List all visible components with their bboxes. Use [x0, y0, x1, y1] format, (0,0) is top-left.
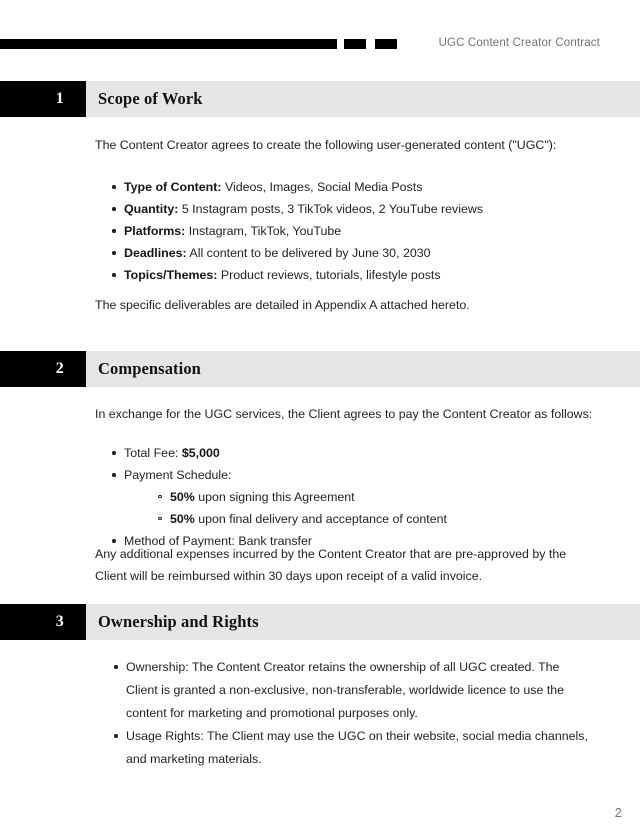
- page-header: UGC Content Creator Contract: [0, 0, 640, 68]
- list-item: Payment Schedule: 50% upon signing this …: [110, 464, 580, 530]
- bullet-label: Quantity:: [124, 202, 179, 216]
- section-number-3: 3: [0, 604, 86, 640]
- section-3-bullet-list: Ownership: The Content Creator retains t…: [112, 656, 592, 771]
- sub-bullet-text: upon final delivery and acceptance of co…: [194, 512, 447, 526]
- bullet-text: Instagram, TikTok, YouTube: [185, 224, 342, 238]
- list-item: Quantity: 5 Instagram posts, 3 TikTok vi…: [110, 198, 580, 220]
- section-2-bullet-list: Total Fee: $5,000 Payment Schedule: 50% …: [110, 442, 580, 552]
- section-1-intro-paragraph: The Content Creator agrees to create the…: [95, 138, 557, 152]
- section-1-closing-paragraph: The specific deliverables are detailed i…: [95, 298, 470, 312]
- section-ownership-and-rights: 3 Ownership and Rights: [0, 604, 640, 640]
- list-item: Topics/Themes: Product reviews, tutorial…: [110, 264, 580, 286]
- list-item: Deadlines: All content to be delivered b…: [110, 242, 580, 264]
- sub-bullet-label: 50%: [170, 490, 195, 504]
- list-item: Type of Content: Videos, Images, Social …: [110, 176, 580, 198]
- section-2-sub-bullet-list: 50% upon signing this Agreement 50% upon…: [124, 486, 580, 530]
- document-page: { "document": { "header_title": "UGC Con…: [0, 0, 640, 828]
- section-2-closing-paragraph: Any additional expenses incurred by the …: [95, 547, 567, 583]
- decoration-bar-long: [0, 39, 337, 49]
- section-number-1: 1: [0, 81, 86, 117]
- section-header-band: 3 Ownership and Rights: [0, 604, 640, 640]
- section-header-band: 1 Scope of Work: [0, 81, 640, 117]
- bullet-value: $5,000: [181, 446, 220, 460]
- bullet-label: Platforms:: [124, 224, 186, 238]
- section-scope-of-work: 1 Scope of Work: [0, 81, 640, 117]
- list-item: Usage Rights: The Client may use the UGC…: [112, 725, 592, 771]
- decoration-bar-short-1: [344, 39, 366, 49]
- sub-bullet-text: upon signing this Agreement: [194, 490, 355, 504]
- section-title-scope-of-work: Scope of Work: [98, 89, 203, 108]
- list-item: Ownership: The Content Creator retains t…: [112, 656, 592, 725]
- sub-bullet-label: 50%: [170, 512, 195, 526]
- section-number-2: 2: [0, 351, 86, 387]
- bullet-text: Product reviews, tutorials, lifestyle po…: [217, 268, 441, 282]
- bullet-text: All content to be delivered by June 30, …: [186, 246, 431, 260]
- bullet-label: Type of Content:: [124, 180, 222, 194]
- bullet-text: 5 Instagram posts, 3 TikTok videos, 2 Yo…: [178, 202, 484, 216]
- bullet-label: Deadlines:: [124, 246, 187, 260]
- list-item: Platforms: Instagram, TikTok, YouTube: [110, 220, 580, 242]
- section-title-ownership-and-rights: Ownership and Rights: [98, 612, 259, 631]
- section-2-intro-paragraph: In exchange for the UGC services, the Cl…: [95, 407, 593, 421]
- decoration-bar-short-2: [375, 39, 397, 49]
- section-1-bullet-list: Type of Content: Videos, Images, Social …: [110, 176, 580, 286]
- bullet-label: Topics/Themes:: [124, 268, 218, 282]
- sub-list-item: 50% upon final delivery and acceptance o…: [156, 508, 580, 530]
- bullet-text: Videos, Images, Social Media Posts: [221, 180, 423, 194]
- page-number: 2: [614, 805, 622, 820]
- section-compensation: 2 Compensation: [0, 351, 640, 387]
- header-decoration-bars: [0, 39, 400, 49]
- list-item: Total Fee: $5,000: [110, 442, 580, 464]
- section-title-compensation: Compensation: [98, 359, 201, 378]
- sub-list-item: 50% upon signing this Agreement: [156, 486, 580, 508]
- section-header-band: 2 Compensation: [0, 351, 640, 387]
- bullet-text: Total Fee:: [124, 446, 182, 460]
- bullet-text: Payment Schedule:: [124, 468, 232, 482]
- document-header-title: UGC Content Creator Contract: [438, 37, 600, 49]
